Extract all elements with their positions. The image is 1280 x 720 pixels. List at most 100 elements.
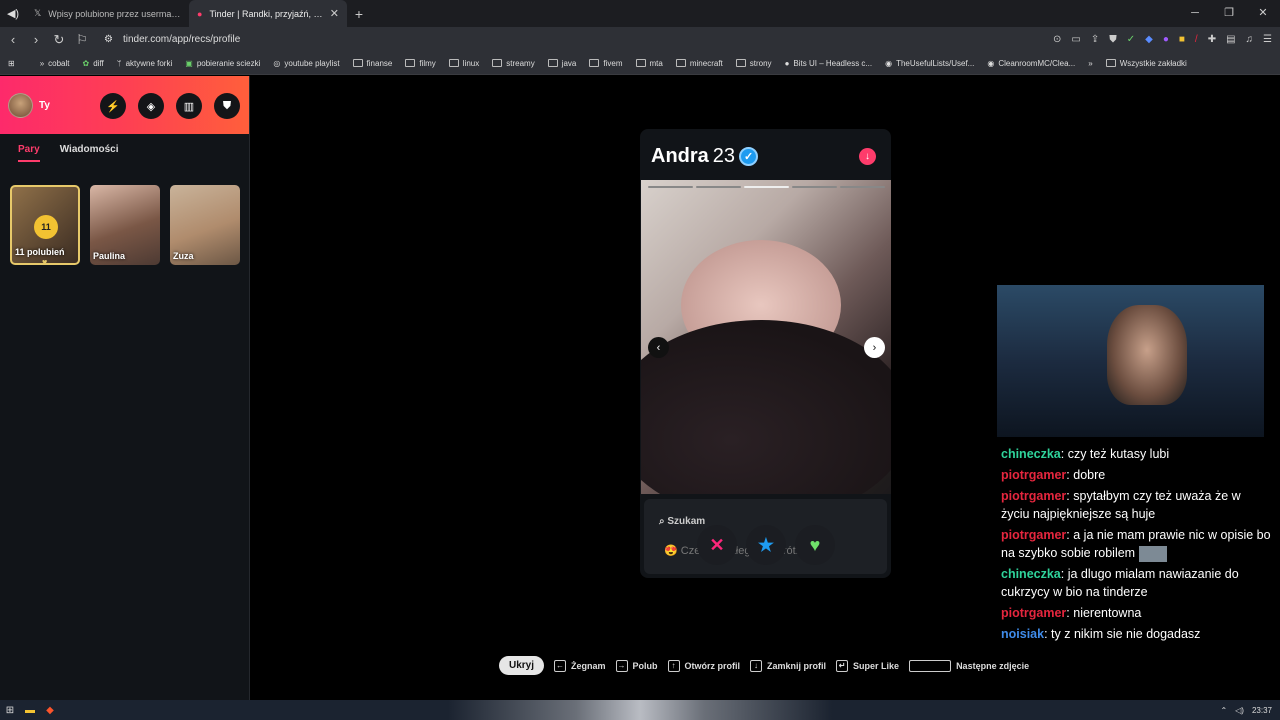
- chat-username[interactable]: noisiak: [1001, 627, 1044, 641]
- minimize-icon[interactable]: ─: [1178, 0, 1212, 27]
- bookmark-icon[interactable]: ⚐: [72, 32, 92, 48]
- briefcase-icon[interactable]: ▥: [176, 93, 202, 119]
- tab-pary[interactable]: Pary: [18, 144, 40, 162]
- forward-icon[interactable]: ›: [26, 32, 46, 47]
- fork-icon: ᛘ: [116, 58, 122, 68]
- browser-tab-1[interactable]: 𝕏 Wpisy polubione przez usermacieg (: [26, 0, 189, 27]
- bookmark-folder[interactable]: mta: [635, 59, 663, 68]
- photo-progress-bar[interactable]: [840, 186, 885, 188]
- hint-label: Polub: [632, 660, 658, 671]
- globe-icon: ◎: [273, 58, 281, 68]
- bookmark-item[interactable]: ◉ TheUsefulLists/Usef...: [885, 59, 974, 68]
- extension-icon[interactable]: /: [1195, 34, 1198, 45]
- match-card[interactable]: Paulina: [90, 185, 160, 265]
- next-photo-icon[interactable]: ›: [864, 337, 885, 358]
- photo-progress-bar[interactable]: [792, 186, 837, 188]
- avatar[interactable]: [8, 92, 33, 118]
- boost-icon[interactable]: ⚡: [100, 93, 126, 119]
- hint-label: Otwórz profil: [684, 660, 741, 671]
- close-tab-icon[interactable]: ✕: [330, 7, 339, 20]
- url-field[interactable]: ⚙ tinder.com/app/recs/profile: [104, 34, 240, 45]
- x-icon: 𝕏: [34, 8, 42, 18]
- more-bookmarks-icon[interactable]: »: [1088, 59, 1092, 68]
- bookmark-label: cobalt: [48, 58, 70, 68]
- restore-icon[interactable]: ❐: [1212, 0, 1246, 27]
- extension-icon[interactable]: ●: [1163, 34, 1169, 45]
- windows-start-icon[interactable]: ⊞: [0, 705, 20, 716]
- previous-photo-icon[interactable]: ‹: [648, 337, 669, 358]
- explore-icon[interactable]: ◈: [138, 93, 164, 119]
- apps-icon[interactable]: ⊞: [8, 59, 15, 68]
- bookmark-folder[interactable]: linux: [448, 59, 479, 68]
- browser-tab-2[interactable]: ● Tinder | Randki, przyjaźń, nowe z ✕: [189, 0, 347, 27]
- share-icon[interactable]: ⇪: [1091, 34, 1099, 45]
- bookmark-item[interactable]: ᛘ aktywne forki: [117, 59, 173, 68]
- bookmark-item[interactable]: ● Bits UI – Headless c...: [785, 59, 873, 68]
- bookmark-folder[interactable]: filmy: [405, 59, 436, 68]
- tray-chevron-icon[interactable]: ⌃: [1220, 706, 1227, 715]
- back-icon[interactable]: ‹: [3, 32, 23, 47]
- extension-icon[interactable]: ◆: [1145, 34, 1153, 45]
- bookmark-item[interactable]: ▣ pobieranie sciezki: [185, 59, 260, 68]
- shield-icon[interactable]: ⛊: [1109, 34, 1117, 45]
- bookmark-label: minecraft: [689, 58, 723, 68]
- bookmark-item[interactable]: ✿ diff: [83, 59, 104, 68]
- likes-card[interactable]: 11 11 polubień ♥: [10, 185, 80, 265]
- shield-icon[interactable]: ⛊: [214, 93, 240, 119]
- bookmark-item[interactable]: ◉ CleanroomMC/Clea...: [987, 59, 1075, 68]
- tab-wiadomosci[interactable]: Wiadomości: [60, 144, 119, 162]
- new-tab-button[interactable]: +: [347, 6, 371, 22]
- folder-icon: [547, 59, 558, 67]
- bookmark-folder[interactable]: java: [547, 59, 576, 68]
- profile-photo[interactable]: [641, 180, 891, 494]
- arrow-down-key-icon: ↓: [750, 659, 763, 672]
- photo-progress-bar[interactable]: [696, 186, 741, 188]
- chat-username[interactable]: piotrgamer: [1001, 606, 1066, 620]
- collapse-profile-icon[interactable]: ↓: [859, 148, 876, 165]
- chat-username[interactable]: piotrgamer: [1001, 489, 1066, 503]
- clock[interactable]: 23:37: [1252, 706, 1272, 715]
- chat-username[interactable]: chineczka: [1001, 447, 1061, 461]
- chat-username[interactable]: piotrgamer: [1001, 528, 1066, 542]
- bookmark-folder[interactable]: minecraft: [675, 58, 723, 68]
- folder-icon: [1105, 59, 1116, 67]
- bookmark-folder[interactable]: strony: [735, 59, 772, 68]
- super-like-button[interactable]: ★: [746, 525, 786, 565]
- site-info-icon[interactable]: ⚙: [104, 34, 113, 45]
- cast-icon[interactable]: ▭: [1071, 34, 1080, 45]
- bookmark-folder[interactable]: fivem: [589, 59, 623, 68]
- stream-chat: chineczka: czy też kutasy lubi piotrgamer…: [1001, 445, 1271, 646]
- verified-icon: ✓: [739, 147, 759, 166]
- photo-progress-bar[interactable]: [648, 186, 693, 188]
- chat-username[interactable]: piotrgamer: [1001, 468, 1066, 482]
- hide-hints-button[interactable]: Ukryj: [499, 656, 545, 675]
- audio-icon[interactable]: ◀): [0, 0, 26, 27]
- photo-progress-bar[interactable]: [744, 186, 789, 188]
- like-button[interactable]: ♥: [795, 525, 835, 565]
- matches-sidebar: Ty ⚡ ◈ ▥ ⛊ Pary Wiadomości 11 11 polubie…: [0, 76, 250, 700]
- user-label[interactable]: Ty: [39, 100, 50, 111]
- bookmark-item[interactable]: » cobalt: [40, 59, 70, 68]
- menu-icon[interactable]: ☰: [1263, 34, 1272, 45]
- puzzle-icon[interactable]: ✚: [1208, 34, 1216, 45]
- bookmark-folder[interactable]: streamy: [492, 59, 535, 68]
- address-bar: ‹ › ↻ ⚐ ⚙ tinder.com/app/recs/profile ⊙ …: [0, 27, 1280, 52]
- chat-username[interactable]: chineczka: [1001, 567, 1061, 581]
- file-explorer-icon[interactable]: ▬: [20, 705, 40, 716]
- folder-icon: [405, 59, 416, 67]
- close-window-icon[interactable]: ✕: [1246, 0, 1280, 27]
- bookmark-item[interactable]: ◎ youtube playlist: [273, 59, 339, 68]
- bookmark-folder[interactable]: finanse: [352, 59, 392, 68]
- playlist-icon[interactable]: ♫: [1246, 34, 1254, 45]
- all-bookmarks[interactable]: Wszystkie zakładki: [1105, 59, 1187, 68]
- volume-icon[interactable]: ◁): [1235, 706, 1244, 715]
- sidebar-icon[interactable]: ▤: [1226, 34, 1235, 45]
- extension-icon[interactable]: ■: [1179, 34, 1185, 45]
- reload-icon[interactable]: ↻: [49, 32, 69, 48]
- match-card[interactable]: Zuza: [170, 185, 240, 265]
- brave-browser-icon[interactable]: ◆: [40, 705, 60, 716]
- nope-button[interactable]: ✕: [697, 525, 737, 565]
- check-extension-icon[interactable]: ✓: [1127, 34, 1135, 45]
- location-icon[interactable]: ⊙: [1053, 34, 1061, 45]
- bookmark-label: diff: [93, 58, 104, 68]
